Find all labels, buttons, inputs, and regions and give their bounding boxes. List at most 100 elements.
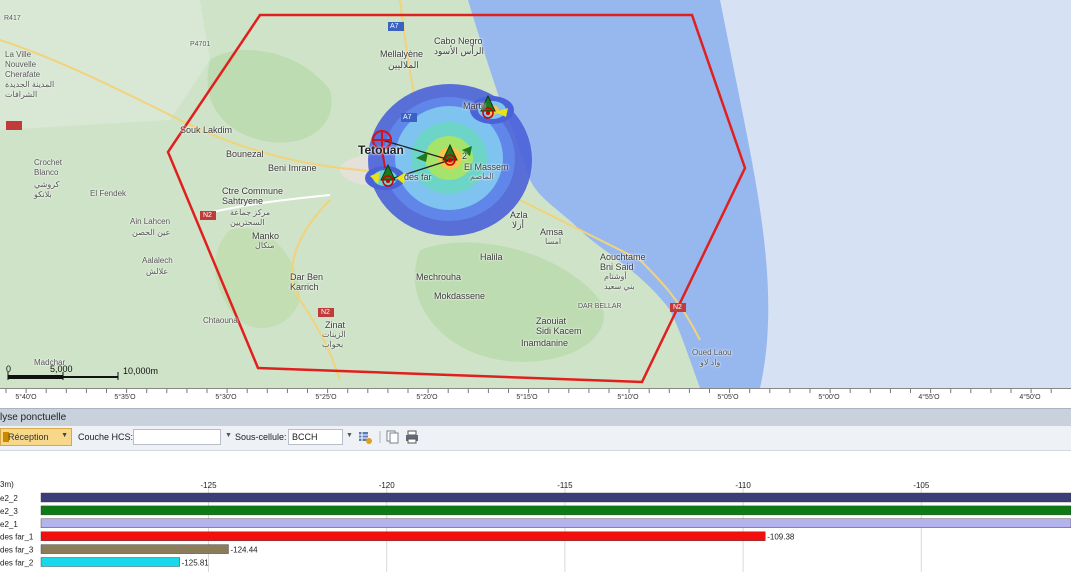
- road-label: N2: [321, 309, 330, 316]
- grid-settings-icon[interactable]: [358, 430, 372, 444]
- place-label: أزلا: [512, 220, 524, 230]
- place-label: Zinat: [325, 320, 346, 330]
- chart-category-label: e2_3: [0, 507, 18, 516]
- place-label: Ain Lahcen: [130, 217, 171, 226]
- place-label: Bounezal: [226, 149, 264, 159]
- city-label: Tetouan: [358, 143, 404, 157]
- ruler-tick-label: 5°10'O: [617, 394, 639, 401]
- analysis-toolbar: Réception ▼ Couche HCS: ▼ Sous-cellule: …: [0, 426, 1071, 451]
- place-label: Amsa: [540, 227, 564, 237]
- chart-bar: [40, 544, 229, 554]
- road-label: N2: [673, 304, 682, 311]
- chart-category-label: des far_3: [0, 546, 34, 555]
- map-view[interactable]: La Ville Nouvelle Cherafate المدينة الجد…: [0, 0, 1071, 388]
- reception-dropdown-button[interactable]: Réception ▼: [0, 428, 72, 446]
- reception-label: Réception: [8, 432, 49, 442]
- place-label: علالش: [146, 267, 169, 276]
- place-label: El Fendek: [90, 189, 127, 198]
- couche-hcs-label: Couche HCS:: [78, 432, 134, 442]
- place-label: مركز جماعة السحتريين: [230, 208, 271, 227]
- place-label: الرأس الأسود: [434, 46, 485, 56]
- place-label: Mellalyène: [380, 49, 424, 59]
- chart-bar: [40, 492, 1071, 503]
- scale-label-mid: 5,000: [50, 364, 73, 374]
- place-label: منكال: [255, 241, 275, 250]
- place-label: Chtaouna: [203, 316, 238, 325]
- place-label: Zaouiat Sidi Kacem: [536, 316, 582, 336]
- place-label: Souk Lakdim: [180, 125, 233, 135]
- place-label: المدينة الجديدة الشرافات: [5, 80, 55, 99]
- scale-label-zero: 0: [6, 364, 12, 374]
- place-label: Azla: [510, 210, 528, 220]
- bar-chart: 3m) -125 -120 -115 -110 -105 e2_2 e2_3 e2_1des f…: [0, 480, 1071, 572]
- site-label: Martil: [463, 101, 485, 111]
- chart-bar: [40, 505, 1071, 516]
- ruler-tick-label: 5°05'O: [717, 394, 739, 401]
- chart-bar: [40, 518, 1071, 529]
- chart-tick-label: -110: [735, 481, 751, 490]
- place-label: Aouchtame Bni Said: [600, 252, 646, 272]
- place-label: الماصم: [470, 172, 494, 181]
- place-label: DAR BELLAR: [578, 303, 622, 310]
- sous-cellule-label: Sous-cellule:: [235, 432, 287, 442]
- panel-title: lyse ponctuelle: [0, 412, 67, 423]
- site-label: 2: [462, 151, 468, 161]
- ruler-tick-label: 5°00'O: [818, 394, 840, 401]
- place-label: الزينات بخواب: [322, 330, 346, 349]
- chevron-down-icon[interactable]: ▼: [346, 432, 353, 439]
- road-label: N2: [203, 212, 212, 219]
- road-label: A7: [390, 23, 399, 30]
- place-label: Inamdanine: [521, 338, 569, 348]
- place-label: Halila: [480, 252, 503, 262]
- chevron-down-icon[interactable]: ▼: [225, 432, 232, 439]
- chart-tick-label: -115: [557, 481, 573, 490]
- ruler-tick-label: 5°25'O: [315, 394, 337, 401]
- place-label: La Ville Nouvelle Cherafate: [5, 50, 41, 79]
- chart-category-label: e2_2: [0, 494, 18, 503]
- ruler-tick-label: 4°50'O: [1019, 394, 1041, 401]
- site-label: des far: [404, 172, 432, 182]
- chart-tick-label: -120: [379, 481, 396, 490]
- place-label: Ctre Commune Sahtryene: [222, 186, 284, 206]
- chart-unit-label: 3m): [0, 480, 14, 489]
- panel-title-bar: lyse ponctuelle: [0, 408, 1071, 427]
- road-label: R417: [4, 15, 21, 22]
- ruler-tick-label: 5°15'O: [516, 394, 538, 401]
- place-label: Cabo Negro: [434, 36, 483, 46]
- chart-category-label: des far_2: [0, 559, 34, 568]
- ruler-tick-label: 5°30'O: [215, 394, 237, 401]
- chart-tick-label: -125: [201, 481, 218, 490]
- copy-icon[interactable]: [386, 430, 400, 444]
- place-label: Crochet Blanco: [34, 158, 63, 177]
- place-label: عين الحصن: [132, 228, 171, 237]
- ruler-tick-label: 5°35'O: [114, 394, 136, 401]
- place-label: امسا: [545, 237, 562, 246]
- print-icon[interactable]: [405, 430, 419, 444]
- chart-value-label: -124.44: [230, 546, 258, 555]
- place-label: الملاليين: [388, 60, 419, 70]
- place-label: Manko: [252, 231, 280, 241]
- chart-value-label: -125.81: [182, 559, 210, 568]
- road-label: A7: [403, 114, 412, 121]
- place-label: Aalalech: [142, 256, 173, 265]
- ruler-tick-label: 4°55'O: [918, 394, 940, 401]
- place-label: أوشتام بني سعيد: [604, 272, 635, 291]
- chart-tick-label: -105: [913, 481, 930, 490]
- chart-value-label: -109.38: [767, 533, 795, 542]
- chart-category-label: e2_1: [0, 520, 18, 529]
- chevron-down-icon: ▼: [61, 432, 68, 439]
- sea-outside-area: [720, 0, 1071, 388]
- place-label: Mechrouha: [416, 272, 462, 282]
- ruler-tick-label: 5°20'O: [416, 394, 438, 401]
- place-label: Dar Ben Karrich: [290, 272, 324, 292]
- chart-bar: [40, 531, 766, 541]
- couche-hcs-select[interactable]: [133, 429, 221, 445]
- place-label: Beni Imrane: [268, 163, 317, 173]
- chart-bar: [40, 557, 180, 567]
- ruler-tick-label: 5°40'O: [15, 394, 37, 401]
- sous-cellule-select[interactable]: BCCH: [288, 429, 343, 445]
- place-label: El Massem: [464, 162, 509, 172]
- sous-cellule-value: BCCH: [292, 432, 318, 442]
- scale-label-end: 10,000m: [123, 366, 159, 376]
- place-label: كروشي بلانكو: [34, 180, 60, 199]
